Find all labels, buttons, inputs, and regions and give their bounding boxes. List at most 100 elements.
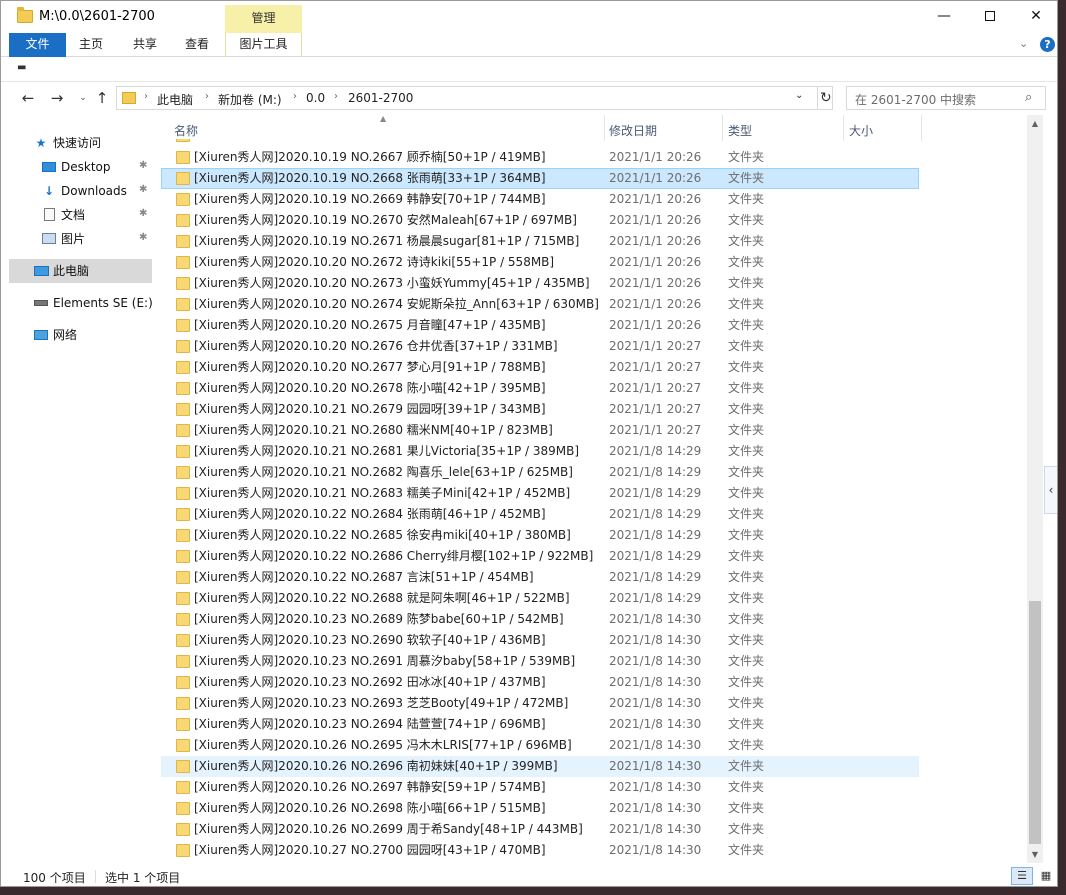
nav-item-network[interactable]: 网络 bbox=[33, 324, 77, 346]
table-row[interactable]: [Xiuren秀人网]2020.10.23 NO.2691 周慕汐baby[58… bbox=[161, 651, 1027, 672]
search-box[interactable]: 在 2601-2700 中搜索 ⌕ bbox=[846, 86, 1046, 110]
column-name[interactable]: 名称 bbox=[174, 122, 198, 139]
pin-icon[interactable]: ✱ bbox=[139, 160, 147, 171]
table-row[interactable]: [Xiuren秀人网]2020.10.19 NO.2670 安然Maleah[6… bbox=[161, 210, 1027, 231]
table-row[interactable]: [Xiuren秀人网]2020.10.26 NO.2697 韩静安[59+1P … bbox=[161, 777, 1027, 798]
tab-file[interactable]: 文件 bbox=[9, 33, 66, 57]
context-tab-manage[interactable]: 管理 bbox=[225, 5, 302, 33]
table-row[interactable]: [Xiuren秀人网]2020.10.21 NO.2679 园园呀[39+1P … bbox=[161, 399, 1027, 420]
vertical-scrollbar[interactable]: ▲ ▼ bbox=[1027, 115, 1043, 863]
scroll-down-arrow-icon[interactable]: ▼ bbox=[1027, 846, 1043, 863]
table-row[interactable]: [Xiuren秀人网]2020.10.20 NO.2672 诗诗kiki[55+… bbox=[161, 252, 1027, 273]
forward-arrow-icon[interactable]: → bbox=[47, 88, 67, 108]
breadcrumb-folder-0-0[interactable]: 0.0 bbox=[306, 91, 325, 105]
nav-item-desktop[interactable]: Desktop bbox=[41, 156, 111, 178]
table-row[interactable]: [Xiuren秀人网]2020.10.21 NO.2680 糯米NM[40+1P… bbox=[161, 420, 1027, 441]
folder-icon bbox=[122, 92, 136, 104]
column-divider[interactable] bbox=[921, 115, 922, 141]
table-row-partial[interactable] bbox=[161, 139, 1027, 147]
nav-item-drive-e[interactable]: Elements SE (E:) bbox=[33, 292, 153, 314]
address-bar[interactable]: › 此电脑 › 新加卷 (M:) › 0.0 › 2601-2700 ⌄ ↻ bbox=[116, 86, 833, 110]
breadcrumb-chevron-icon[interactable]: › bbox=[293, 91, 297, 102]
table-row[interactable]: [Xiuren秀人网]2020.10.21 NO.2681 果儿Victoria… bbox=[161, 441, 1027, 462]
column-divider[interactable] bbox=[604, 115, 605, 141]
table-row[interactable]: [Xiuren秀人网]2020.10.19 NO.2668 张雨萌[33+1P … bbox=[161, 168, 919, 189]
help-icon[interactable]: ? bbox=[1040, 37, 1055, 52]
table-row[interactable]: [Xiuren秀人网]2020.10.21 NO.2682 陶喜乐_lele[6… bbox=[161, 462, 1027, 483]
table-row[interactable]: [Xiuren秀人网]2020.10.23 NO.2694 陆萱萱[74+1P … bbox=[161, 714, 1027, 735]
breadcrumb-chevron-icon[interactable]: › bbox=[205, 91, 209, 102]
search-input[interactable]: 在 2601-2700 中搜索 bbox=[855, 91, 976, 108]
table-row[interactable]: [Xiuren秀人网]2020.10.26 NO.2696 南初妹妹[40+1P… bbox=[161, 756, 919, 777]
breadcrumb-drive[interactable]: 新加卷 (M:) bbox=[218, 91, 282, 108]
table-row[interactable]: [Xiuren秀人网]2020.10.20 NO.2673 小蛮妖Yummy[4… bbox=[161, 273, 1027, 294]
table-row[interactable]: [Xiuren秀人网]2020.10.23 NO.2692 田冰冰[40+1P … bbox=[161, 672, 1027, 693]
back-arrow-icon[interactable]: ← bbox=[18, 88, 38, 108]
address-dropdown-chevron-icon[interactable]: ⌄ bbox=[795, 90, 803, 101]
column-divider[interactable] bbox=[722, 115, 723, 141]
table-row[interactable]: [Xiuren秀人网]2020.10.23 NO.2693 芝芝Booty[49… bbox=[161, 693, 1027, 714]
recent-locations-chevron-icon[interactable]: ⌄ bbox=[73, 88, 93, 108]
file-name: [Xiuren秀人网]2020.10.20 NO.2672 诗诗kiki[55+… bbox=[194, 255, 555, 269]
table-row[interactable]: [Xiuren秀人网]2020.10.22 NO.2684 张雨萌[46+1P … bbox=[161, 504, 1027, 525]
table-row[interactable]: [Xiuren秀人网]2020.10.26 NO.2695 冯木木LRIS[77… bbox=[161, 735, 1027, 756]
table-row[interactable]: [Xiuren秀人网]2020.10.19 NO.2671 杨晨晨sugar[8… bbox=[161, 231, 1027, 252]
nav-item-pictures[interactable]: 图片 bbox=[41, 228, 85, 250]
tab-view[interactable]: 查看 bbox=[177, 33, 217, 57]
file-name: [Xiuren秀人网]2020.10.20 NO.2673 小蛮妖Yummy[4… bbox=[194, 276, 590, 290]
table-row[interactable]: [Xiuren秀人网]2020.10.20 NO.2675 月音瞳[47+1P … bbox=[161, 315, 1027, 336]
file-date: 2021/1/1 20:26 bbox=[609, 318, 702, 332]
table-row[interactable]: [Xiuren秀人网]2020.10.21 NO.2683 糯美子Mini[42… bbox=[161, 483, 1027, 504]
close-button[interactable]: ✕ bbox=[1013, 1, 1057, 31]
column-divider[interactable] bbox=[843, 115, 844, 141]
breadcrumb-chevron-icon[interactable]: › bbox=[334, 91, 338, 102]
table-row[interactable]: [Xiuren秀人网]2020.10.20 NO.2674 安妮斯朵拉_Ann[… bbox=[161, 294, 1027, 315]
maximize-button[interactable] bbox=[967, 1, 1013, 31]
table-row[interactable]: [Xiuren秀人网]2020.10.19 NO.2669 韩静安[70+1P … bbox=[161, 189, 1027, 210]
breadcrumb-folder-current[interactable]: 2601-2700 bbox=[348, 91, 413, 105]
table-row[interactable]: [Xiuren秀人网]2020.10.22 NO.2688 就是阿朱啊[46+1… bbox=[161, 588, 1027, 609]
table-row[interactable]: [Xiuren秀人网]2020.10.22 NO.2686 Cherry绯月樱[… bbox=[161, 546, 1027, 567]
pin-icon[interactable]: ✱ bbox=[139, 184, 147, 195]
refresh-icon[interactable]: ↻ bbox=[817, 87, 833, 109]
table-row[interactable]: [Xiuren秀人网]2020.10.19 NO.2667 顾乔楠[50+1P … bbox=[161, 147, 1027, 168]
nav-item-quick-access[interactable]: ★ 快速访问 bbox=[33, 132, 101, 154]
breadcrumb-chevron-icon[interactable]: › bbox=[144, 91, 148, 102]
column-type[interactable]: 类型 bbox=[728, 122, 752, 139]
folder-icon bbox=[176, 844, 190, 857]
table-row[interactable]: [Xiuren秀人网]2020.10.22 NO.2687 言沫[51+1P /… bbox=[161, 567, 1027, 588]
pin-icon[interactable]: ✱ bbox=[139, 208, 147, 219]
table-row[interactable]: [Xiuren秀人网]2020.10.22 NO.2685 徐安冉miki[40… bbox=[161, 525, 1027, 546]
table-row[interactable]: [Xiuren秀人网]2020.10.23 NO.2690 软软子[40+1P … bbox=[161, 630, 1027, 651]
large-icons-view-icon[interactable]: ▦ bbox=[1037, 867, 1055, 885]
network-icon bbox=[34, 330, 48, 340]
up-arrow-icon[interactable]: ↑ bbox=[92, 88, 112, 108]
sort-ascending-icon: ▲ bbox=[380, 115, 387, 123]
preview-pane-toggle-chevron-icon[interactable]: ‹ bbox=[1044, 466, 1057, 514]
scrollbar-thumb[interactable] bbox=[1029, 601, 1041, 844]
table-row[interactable]: [Xiuren秀人网]2020.10.26 NO.2698 陈小喵[66+1P … bbox=[161, 798, 1027, 819]
customize-toolbar-icon[interactable]: ▬ bbox=[17, 62, 26, 73]
nav-item-documents[interactable]: 文档 bbox=[41, 204, 85, 226]
table-row[interactable]: [Xiuren秀人网]2020.10.20 NO.2676 仓井优香[37+1P… bbox=[161, 336, 1027, 357]
column-date[interactable]: 修改日期 bbox=[609, 122, 657, 139]
table-row[interactable]: [Xiuren秀人网]2020.10.20 NO.2678 陈小喵[42+1P … bbox=[161, 378, 1027, 399]
folder-icon bbox=[176, 193, 190, 206]
tab-share[interactable]: 共享 bbox=[125, 33, 165, 57]
expand-ribbon-chevron-icon[interactable]: ⌄ bbox=[1019, 37, 1028, 50]
nav-item-this-pc[interactable]: 此电脑 bbox=[33, 260, 89, 282]
table-row[interactable]: [Xiuren秀人网]2020.10.20 NO.2677 梦心月[91+1P … bbox=[161, 357, 1027, 378]
minimize-button[interactable]: — bbox=[921, 1, 967, 31]
scroll-up-arrow-icon[interactable]: ▲ bbox=[1027, 115, 1043, 132]
table-row[interactable]: [Xiuren秀人网]2020.10.27 NO.2700 园园呀[43+1P … bbox=[161, 840, 1027, 861]
table-row[interactable]: [Xiuren秀人网]2020.10.26 NO.2699 周于希Sandy[4… bbox=[161, 819, 1027, 840]
pin-icon[interactable]: ✱ bbox=[139, 232, 147, 243]
nav-item-downloads[interactable]: ↓ Downloads bbox=[41, 180, 127, 202]
tab-picture-tools[interactable]: 图片工具 bbox=[225, 33, 302, 57]
search-icon: ⌕ bbox=[1025, 90, 1033, 105]
table-row[interactable]: [Xiuren秀人网]2020.10.23 NO.2689 陈梦babe[60+… bbox=[161, 609, 1027, 630]
details-view-icon[interactable]: ☰ bbox=[1011, 867, 1033, 885]
tab-home[interactable]: 主页 bbox=[71, 33, 111, 57]
breadcrumb-this-pc[interactable]: 此电脑 bbox=[157, 91, 193, 108]
column-size[interactable]: 大小 bbox=[849, 122, 873, 139]
